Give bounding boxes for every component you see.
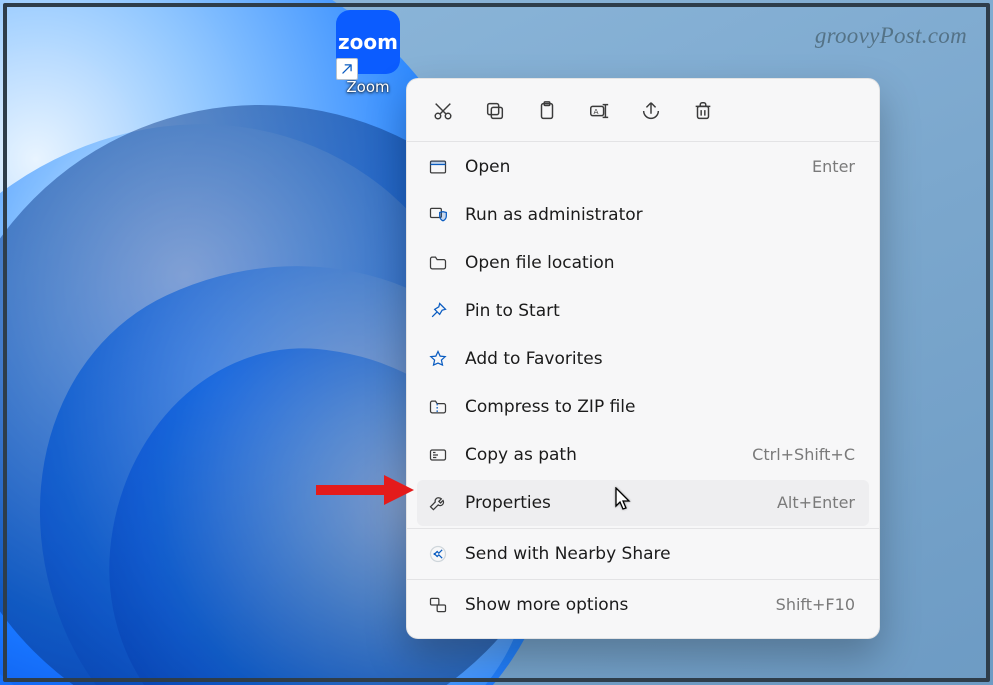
menu-properties-label: Properties: [465, 493, 777, 513]
more-options-icon: [427, 594, 449, 616]
star-icon: [427, 348, 449, 370]
paste-button[interactable]: [523, 91, 571, 131]
menu-open-label: Open: [465, 157, 812, 177]
desktop-shortcut-zoom[interactable]: zoom Zoom: [318, 10, 418, 96]
rename-button[interactable]: A: [575, 91, 623, 131]
menu-open[interactable]: Open Enter: [417, 144, 869, 190]
menu-more-options-label: Show more options: [465, 595, 776, 615]
delete-button[interactable]: [679, 91, 727, 131]
menu-more-options[interactable]: Show more options Shift+F10: [417, 582, 869, 628]
shortcut-badge-icon: [336, 58, 358, 80]
menu-pin-to-start-label: Pin to Start: [465, 301, 855, 321]
menu-open-location[interactable]: Open file location: [417, 240, 869, 286]
menu-copy-path-hotkey: Ctrl+Shift+C: [752, 445, 855, 464]
cut-button[interactable]: [419, 91, 467, 131]
menu-add-favorites-label: Add to Favorites: [465, 349, 855, 369]
copy-path-icon: [427, 444, 449, 466]
menu-properties[interactable]: Properties Alt+Enter: [417, 480, 869, 526]
desktop-shortcut-label: Zoom: [318, 78, 418, 96]
menu-pin-to-start[interactable]: Pin to Start: [417, 288, 869, 334]
menu-more-options-hotkey: Shift+F10: [776, 595, 855, 614]
copy-button[interactable]: [471, 91, 519, 131]
menu-run-admin[interactable]: Run as administrator: [417, 192, 869, 238]
svg-text:A: A: [594, 107, 599, 116]
app-window-icon: [427, 156, 449, 178]
zip-folder-icon: [427, 396, 449, 418]
menu-compress-zip-label: Compress to ZIP file: [465, 397, 855, 417]
folder-icon: [427, 252, 449, 274]
share-button[interactable]: [627, 91, 675, 131]
wrench-icon: [427, 492, 449, 514]
menu-add-favorites[interactable]: Add to Favorites: [417, 336, 869, 382]
context-menu: A Open Enter Run as administrator Open f…: [406, 78, 880, 639]
menu-compress-zip[interactable]: Compress to ZIP file: [417, 384, 869, 430]
menu-properties-hotkey: Alt+Enter: [777, 493, 855, 512]
menu-nearby-share[interactable]: Send with Nearby Share: [417, 531, 869, 577]
shield-admin-icon: [427, 204, 449, 226]
menu-copy-path-label: Copy as path: [465, 445, 752, 465]
pin-icon: [427, 300, 449, 322]
menu-copy-path[interactable]: Copy as path Ctrl+Shift+C: [417, 432, 869, 478]
menu-run-admin-label: Run as administrator: [465, 205, 855, 225]
nearby-share-icon: [427, 543, 449, 565]
menu-open-location-label: Open file location: [465, 253, 855, 273]
menu-open-hotkey: Enter: [812, 157, 855, 176]
menu-nearby-share-label: Send with Nearby Share: [465, 544, 855, 564]
context-menu-toolbar: A: [413, 89, 873, 141]
